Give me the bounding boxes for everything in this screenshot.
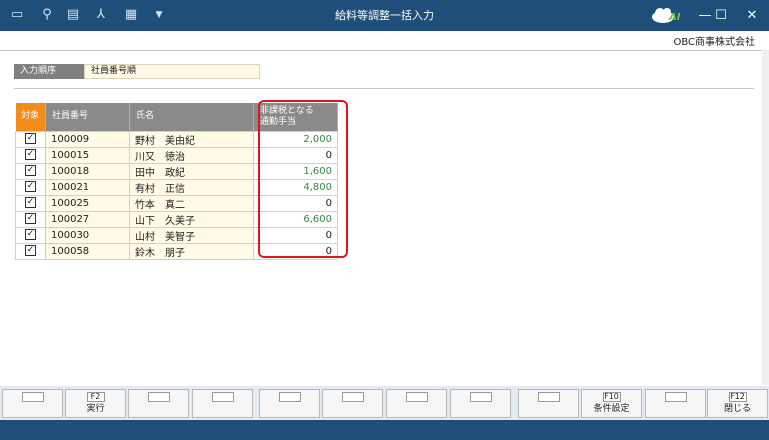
employee-number: 100027 — [45, 210, 130, 228]
print-icon[interactable]: ▤ — [64, 6, 82, 24]
commute-amount-input[interactable]: 0 — [253, 146, 338, 164]
employee-number: 100030 — [45, 226, 130, 244]
header-name: 氏名 — [129, 103, 254, 131]
ai-badge[interactable]: AI — [650, 6, 680, 25]
header-commute-line1: 非課税となる — [260, 105, 314, 116]
function-key-bar: F2 実行 F10 条件設定 F12 閉じる — [0, 386, 769, 420]
excel-icon[interactable]: ▦ — [122, 6, 140, 24]
employee-number: 100025 — [45, 194, 130, 212]
search-icon[interactable]: ⚲ — [38, 6, 56, 24]
commute-amount-input[interactable]: 4,800 — [253, 178, 338, 196]
dropdown-icon[interactable]: ▼ — [150, 6, 168, 24]
commute-amount-input[interactable]: 2,000 — [253, 130, 338, 148]
target-checkbox[interactable]: ✓ — [25, 165, 36, 177]
order-label: 入力順序 — [14, 64, 84, 79]
employee-number: 100018 — [45, 162, 130, 180]
fkey-5-button[interactable] — [259, 389, 320, 418]
table-row: ✓ 100025 竹本 真二 0 — [15, 194, 338, 212]
target-checkbox[interactable]: ✓ — [25, 149, 36, 161]
divider — [0, 50, 769, 51]
title-bar: ▭ ⚲ ▤ ⅄ ▦ ▼ 給料等調整一括入力 AI — ☐ ✕ — [0, 0, 769, 31]
employee-name: 野村 美由紀 — [129, 130, 254, 148]
table-row: ✓ 100030 山村 美智子 0 — [15, 226, 338, 244]
target-checkbox[interactable]: ✓ — [25, 181, 36, 193]
ai-badge-label: AI — [669, 12, 681, 23]
fkey-8-button[interactable] — [450, 389, 511, 418]
vertical-scrollbar[interactable] — [762, 50, 769, 385]
window-icon[interactable]: ▭ — [8, 6, 26, 24]
table-row: ✓ 100021 有村 正信 4,800 — [15, 178, 338, 196]
fkey-4-button[interactable] — [192, 389, 253, 418]
fkey-12-close-button[interactable]: F12 閉じる — [707, 389, 768, 418]
employee-name: 川又 徳治 — [129, 146, 254, 164]
company-name: OBC商事株式会社 — [673, 37, 755, 48]
fkey-11-button[interactable] — [645, 389, 706, 418]
employee-name: 竹本 真二 — [129, 194, 254, 212]
employee-name: 山下 久美子 — [129, 210, 254, 228]
employee-name: 山村 美智子 — [129, 226, 254, 244]
employee-number: 100058 — [45, 242, 130, 260]
table-row: ✓ 100015 川又 徳治 0 — [15, 146, 338, 164]
header-target[interactable]: 対象 — [15, 103, 46, 131]
employee-name: 有村 正信 — [129, 178, 254, 196]
close-button[interactable]: ✕ — [735, 0, 769, 31]
status-bar — [0, 420, 769, 440]
commute-amount-input[interactable]: 0 — [253, 226, 338, 244]
table-row: ✓ 100058 鈴木 朋子 0 — [15, 242, 338, 260]
commute-amount-input[interactable]: 1,600 — [253, 162, 338, 180]
pdf-icon[interactable]: ⅄ — [92, 6, 110, 24]
fkey-2-execute-button[interactable]: F2 実行 — [65, 389, 126, 418]
fkey-10-conditions-button[interactable]: F10 条件設定 — [581, 389, 642, 418]
employee-table: 対象 社員番号 氏名 非課税となる 通勤手当 ✓ 100009 野村 美由紀 2… — [15, 103, 338, 260]
fkey-7-button[interactable] — [386, 389, 447, 418]
table-row: ✓ 100027 山下 久美子 6,600 — [15, 210, 338, 228]
employee-number: 100015 — [45, 146, 130, 164]
maximize-button[interactable]: ☐ — [704, 0, 738, 31]
fkey-6-button[interactable] — [322, 389, 383, 418]
header-commute-line2: 通勤手当 — [260, 116, 297, 127]
employee-number: 100009 — [45, 130, 130, 148]
target-checkbox[interactable]: ✓ — [25, 245, 36, 257]
employee-name: 鈴木 朋子 — [129, 242, 254, 260]
fkey-9-button[interactable] — [518, 389, 579, 418]
commute-amount-input[interactable]: 6,600 — [253, 210, 338, 228]
header-commute-allowance: 非課税となる 通勤手当 — [253, 103, 338, 131]
commute-amount-input[interactable]: 0 — [253, 242, 338, 260]
divider — [14, 88, 754, 89]
table-row: ✓ 100018 田中 政紀 1,600 — [15, 162, 338, 180]
target-checkbox[interactable]: ✓ — [25, 197, 36, 209]
table-row: ✓ 100009 野村 美由紀 2,000 — [15, 130, 338, 148]
order-select[interactable]: 社員番号順 — [84, 64, 260, 79]
target-checkbox[interactable]: ✓ — [25, 229, 36, 241]
employee-number: 100021 — [45, 178, 130, 196]
fkey-3-button[interactable] — [128, 389, 189, 418]
commute-amount-input[interactable]: 0 — [253, 194, 338, 212]
target-checkbox[interactable]: ✓ — [25, 133, 36, 145]
employee-name: 田中 政紀 — [129, 162, 254, 180]
fkey-1-button[interactable] — [2, 389, 63, 418]
header-employee-number: 社員番号 — [45, 103, 130, 131]
target-checkbox[interactable]: ✓ — [25, 213, 36, 225]
table-header-row: 対象 社員番号 氏名 非課税となる 通勤手当 — [15, 103, 338, 131]
